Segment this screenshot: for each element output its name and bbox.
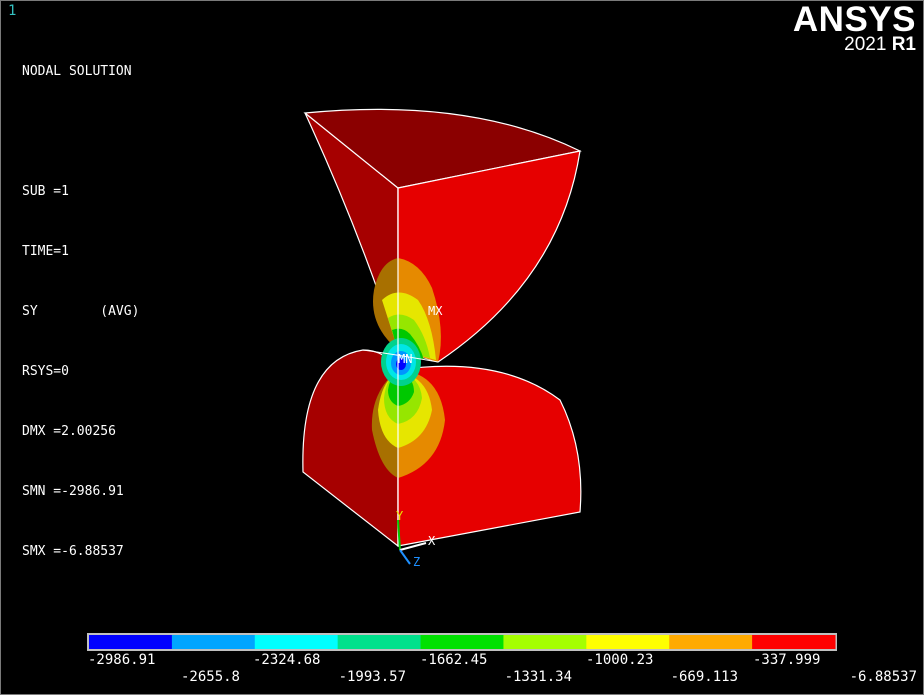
legend-swatch: [171, 635, 256, 649]
legend-swatch: [752, 635, 836, 649]
legend-bar: [89, 635, 836, 649]
legend-swatch: [337, 635, 422, 649]
legend-swatch: [586, 635, 670, 649]
triad-z-axis: [399, 549, 411, 565]
triad-y-label: Y: [396, 509, 404, 523]
triad-z-label: Z: [413, 555, 420, 569]
legend-swatch: [669, 635, 753, 649]
upper-block: [303, 108, 582, 363]
triad-x-label: X: [428, 534, 436, 548]
min-marker-label: MN: [398, 352, 412, 366]
legend-swatch: [89, 635, 173, 649]
legend-swatch: [254, 635, 339, 649]
legend-swatch: [503, 635, 587, 649]
legend-swatch: [420, 635, 504, 649]
model-viewport[interactable]: MX MN Y X Z: [0, 0, 924, 695]
max-marker-label: MX: [428, 304, 443, 318]
lower-block: [302, 349, 582, 548]
